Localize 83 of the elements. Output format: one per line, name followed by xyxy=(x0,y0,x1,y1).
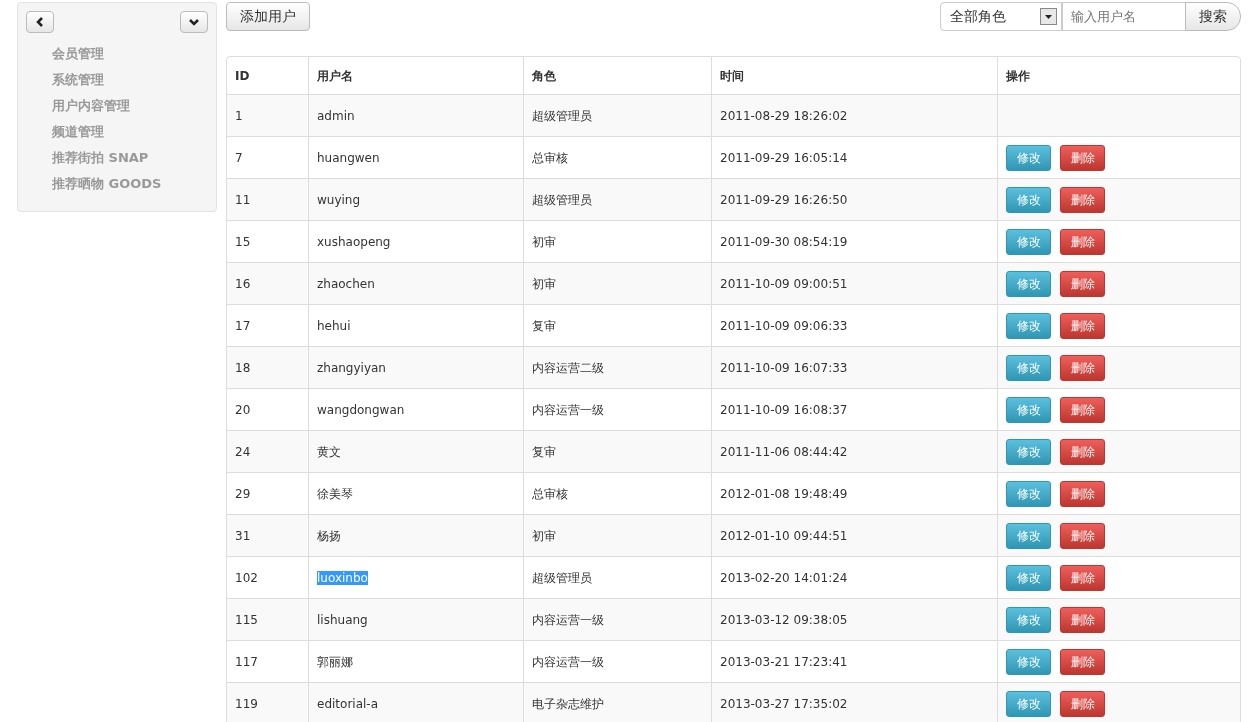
chevron-left-icon xyxy=(36,17,44,27)
delete-button[interactable]: 删除 xyxy=(1060,312,1105,339)
edit-button[interactable]: 修改 xyxy=(1006,270,1051,297)
edit-button[interactable]: 修改 xyxy=(1006,522,1051,549)
delete-button[interactable]: 删除 xyxy=(1060,144,1105,171)
edit-button[interactable]: 修改 xyxy=(1006,690,1051,717)
search-button[interactable]: 搜索 xyxy=(1185,2,1241,31)
table-cell: 初审 xyxy=(523,262,711,304)
table-cell-text: zhangyiyan xyxy=(317,360,386,375)
collapse-button[interactable] xyxy=(26,11,54,33)
table-cell: 119 xyxy=(227,682,308,722)
table-cell: 电子杂志维护 xyxy=(523,682,711,722)
delete-button[interactable]: 删除 xyxy=(1060,270,1105,297)
table-cell-text: 杨扬 xyxy=(317,528,341,543)
table-cell-text: xushaopeng xyxy=(317,234,391,249)
edit-button[interactable]: 修改 xyxy=(1006,228,1051,255)
table-cell-text: luoxinbo xyxy=(317,570,368,585)
table-cell: 内容运营二级 xyxy=(523,346,711,388)
delete-button[interactable]: 删除 xyxy=(1060,690,1105,717)
table-cell-text: wangdongwan xyxy=(317,402,405,417)
role-select[interactable]: 全部角色 xyxy=(940,2,1062,31)
edit-button[interactable]: 修改 xyxy=(1006,186,1051,213)
table-cell: 初审 xyxy=(523,514,711,556)
delete-button[interactable]: 删除 xyxy=(1060,648,1105,675)
delete-button[interactable]: 删除 xyxy=(1060,606,1105,633)
table-cell: 内容运营一级 xyxy=(523,598,711,640)
table-cell: 16 xyxy=(227,262,308,304)
table-cell: 115 xyxy=(227,598,308,640)
delete-button[interactable]: 删除 xyxy=(1060,564,1105,591)
table-cell: 2011-09-29 16:26:50 xyxy=(711,178,997,220)
table-cell: 2012-01-10 09:44:51 xyxy=(711,514,997,556)
table-cell: 2013-03-27 17:35:02 xyxy=(711,682,997,722)
sidebar-item[interactable]: 用户内容管理 xyxy=(26,93,208,119)
delete-button[interactable]: 删除 xyxy=(1060,228,1105,255)
table-cell: 复审 xyxy=(523,430,711,472)
table-cell: 2011-08-29 18:26:02 xyxy=(711,94,997,136)
delete-button[interactable]: 删除 xyxy=(1060,354,1105,381)
table-cell-text: zhaochen xyxy=(317,276,375,291)
role-select-value: 全部角色 xyxy=(950,7,1006,26)
edit-button[interactable]: 修改 xyxy=(1006,480,1051,507)
edit-button[interactable]: 修改 xyxy=(1006,354,1051,381)
sidebar-item[interactable]: 频道管理 xyxy=(26,119,208,145)
sidebar-item[interactable]: 推荐街拍 SNAP xyxy=(26,145,208,171)
table-cell-text: lishuang xyxy=(317,612,368,627)
table-cell: 24 xyxy=(227,430,308,472)
table-cell-text: hehui xyxy=(317,318,351,333)
table-cell: 2011-10-09 09:00:51 xyxy=(711,262,997,304)
table-cell: 1 xyxy=(227,94,308,136)
table-cell-text: huangwen xyxy=(317,150,380,165)
table-cell-text: admin xyxy=(317,108,355,123)
delete-button[interactable]: 删除 xyxy=(1060,480,1105,507)
delete-button[interactable]: 删除 xyxy=(1060,438,1105,465)
edit-button[interactable]: 修改 xyxy=(1006,648,1051,675)
delete-button[interactable]: 删除 xyxy=(1060,522,1105,549)
table-cell: 2011-10-09 16:07:33 xyxy=(711,346,997,388)
table-cell: 超级管理员 xyxy=(523,94,711,136)
chevron-down-icon xyxy=(189,18,199,26)
table-cell: 18 xyxy=(227,346,308,388)
column-header: ID xyxy=(234,67,251,85)
edit-button[interactable]: 修改 xyxy=(1006,564,1051,591)
edit-button[interactable]: 修改 xyxy=(1006,312,1051,339)
add-user-button[interactable]: 添加用户 xyxy=(226,2,310,31)
table-cell-text: wuying xyxy=(317,192,361,207)
table-cell-text: 徐美琴 xyxy=(317,486,353,501)
edit-button[interactable]: 修改 xyxy=(1006,144,1051,171)
table-cell-text: 郭丽娜 xyxy=(317,654,353,669)
table-cell: 11 xyxy=(227,178,308,220)
delete-button[interactable]: 删除 xyxy=(1060,396,1105,423)
sidebar-item[interactable]: 推荐晒物 GOODS xyxy=(26,171,208,197)
table-cell-text: 黄文 xyxy=(317,444,341,459)
edit-button[interactable]: 修改 xyxy=(1006,396,1051,423)
table-cell: 31 xyxy=(227,514,308,556)
username-search-field[interactable]: 输入用户名 xyxy=(1062,2,1186,31)
edit-button[interactable]: 修改 xyxy=(1006,606,1051,633)
expand-button[interactable] xyxy=(180,11,208,33)
table-cell: 2013-03-12 09:38:05 xyxy=(711,598,997,640)
table-cell: 超级管理员 xyxy=(523,178,711,220)
edit-button[interactable]: 修改 xyxy=(1006,438,1051,465)
table-cell-text: editorial-a xyxy=(317,696,379,711)
table-cell: 2011-11-06 08:44:42 xyxy=(711,430,997,472)
sidebar-item[interactable]: 系统管理 xyxy=(26,67,208,93)
delete-button[interactable]: 删除 xyxy=(1060,186,1105,213)
sidebar-item[interactable]: 会员管理 xyxy=(26,41,208,67)
